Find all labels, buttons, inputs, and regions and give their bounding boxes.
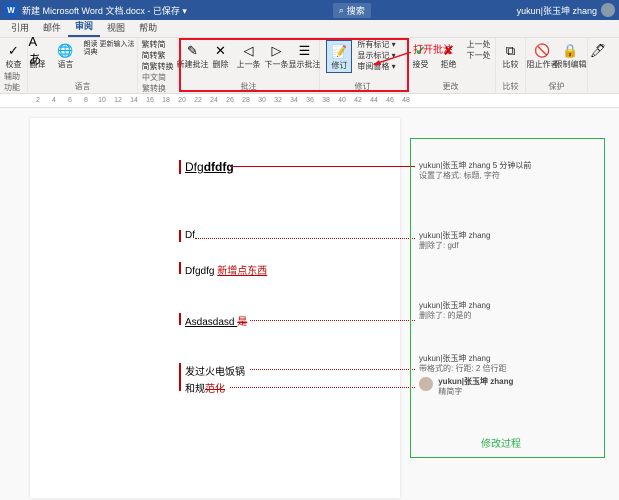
comment-item[interactable]: yukun|张玉坤 zhang 带格式的: 行距: 2 倍行距 (419, 354, 507, 375)
prev-change-button[interactable]: 上一处 (464, 40, 494, 50)
ribbon-tabs: 引用 邮件 审阅 视图 帮助 (0, 20, 619, 38)
connector-line (195, 238, 415, 239)
translate-icon: Aあ (29, 42, 47, 60)
simp-to-trad-button[interactable]: 简转繁 (139, 51, 177, 61)
ink-button[interactable]: 🖊 (585, 40, 611, 62)
prev-comment-button[interactable]: ◁上一条 (236, 40, 262, 71)
trad-to-simp-button[interactable]: 繁转简 (139, 40, 177, 50)
change-bar (179, 230, 181, 242)
read-aloud-button[interactable]: 朗读 更新输入法词典 (81, 40, 141, 57)
group-label: 更改 (443, 81, 459, 93)
new-comment-button[interactable]: ✎新建批注 (180, 40, 206, 71)
ribbon-group-language: Aあ翻译 🌐语言 朗读 更新输入法词典 语言 (28, 38, 138, 93)
window-title: 新建 Microsoft Word 文档.docx - 已保存 ▾ (22, 4, 187, 17)
block-authors-button[interactable]: 🚫阻止作者 (530, 40, 556, 71)
connector-line (250, 369, 415, 370)
group-label: 语言 (75, 81, 91, 93)
show-markup-dropdown[interactable]: 显示标记 ▾ (354, 51, 398, 61)
search-box[interactable]: ⌕ 搜索 (333, 3, 371, 18)
comment-avatar-icon (419, 377, 433, 391)
connector-line (230, 166, 415, 167)
document-area[interactable]: Dfgdfdfg Df Dfgdfg 新增点东西 Asdasdasd 是 发过火… (0, 108, 619, 500)
user-avatar (601, 3, 615, 17)
group-label: 辅助功能 (4, 71, 23, 94)
tab-view[interactable]: 视图 (100, 18, 132, 37)
change-bar (179, 363, 181, 391)
tab-help[interactable]: 帮助 (132, 18, 164, 37)
check-icon: ✓ (5, 42, 23, 60)
para-line3[interactable]: Dfgdfg 新增点东西 (185, 262, 267, 277)
change-bar (179, 262, 181, 274)
ribbon-group-protect: 🚫阻止作者 🔒限制编辑 保护 (526, 38, 588, 93)
globe-icon: 🌐 (57, 42, 75, 60)
ribbon-group-ink: 🖊 (588, 38, 608, 93)
annotation-green-label: 修改过程 (481, 435, 521, 450)
connector-line (230, 387, 415, 388)
track-icon: 📝 (330, 43, 348, 61)
next-change-button[interactable]: 下一处 (464, 51, 494, 61)
display-markup-dropdown[interactable]: 所有标记 ▾ (354, 40, 398, 50)
language-button[interactable]: 🌐语言 (53, 40, 79, 71)
change-bar (179, 313, 181, 325)
connector-line (250, 320, 415, 321)
comment-delete-icon: ✕ (212, 42, 230, 60)
reviewing-pane-dropdown[interactable]: 审阅窗格 ▾ (354, 62, 398, 72)
next-icon: ▷ (268, 42, 286, 60)
group-label: 批注 (241, 81, 257, 93)
group-label: 修订 (355, 81, 371, 93)
show-comments-button[interactable]: ☰显示批注 (292, 40, 318, 71)
restrict-edit-button[interactable]: 🔒限制编辑 (558, 40, 584, 71)
ribbon-group-comments: ✎新建批注 ✕删除 ◁上一条 ▷下一条 ☰显示批注 批注 (178, 38, 320, 93)
comments-panel: yukun|张玉坤 zhang 5 分钟以前 设置了格式: 标题, 字符 yuk… (410, 138, 605, 458)
para-line5[interactable]: 发过火电饭锅 (185, 363, 245, 378)
track-changes-button[interactable]: 📝修订 (326, 40, 352, 73)
compare-icon: ⧉ (502, 42, 520, 60)
ribbon-group-chinese: 繁转简 简转繁 简繁转换 中文简繁转换 (138, 38, 178, 93)
ribbon-group-tracking: 📝修订 所有标记 ▾ 显示标记 ▾ 审阅窗格 ▾ 修订 (320, 38, 406, 93)
search-container: ⌕ 搜索 (187, 3, 517, 18)
word-app-icon[interactable]: W (4, 3, 18, 17)
comment-item[interactable]: yukun|张玉坤 zhang 删除了: 的是的 (419, 301, 490, 322)
comment-item[interactable]: yukun|张玉坤 zhang 删除了: gdf (419, 231, 490, 252)
ribbon: ✓校查 辅助功能 Aあ翻译 🌐语言 朗读 更新输入法词典 语言 繁转简 简转繁 … (0, 38, 619, 94)
user-name: yukun|张玉坤 zhang (517, 4, 597, 17)
comment-item[interactable]: yukun|张玉坤 zhang 5 分钟以前 设置了格式: 标题, 字符 (419, 161, 531, 182)
annotation-red-label: 打开批注 (413, 41, 453, 56)
next-comment-button[interactable]: ▷下一条 (264, 40, 290, 71)
spellcheck-button[interactable]: ✓校查 (1, 40, 27, 71)
convert-button[interactable]: 简繁转换 (139, 62, 177, 72)
change-bar (179, 160, 181, 174)
comment-new-icon: ✎ (184, 42, 202, 60)
para-line2[interactable]: Df (185, 230, 195, 241)
lock-icon: 🔒 (562, 42, 580, 60)
compare-button[interactable]: ⧉比较 (498, 40, 524, 71)
block-icon: 🚫 (534, 42, 552, 60)
comment-item[interactable]: yukun|张玉坤 zhang 精简字 (419, 377, 513, 398)
user-area[interactable]: yukun|张玉坤 zhang (517, 3, 615, 17)
search-icon: ⌕ (339, 5, 344, 16)
tab-review[interactable]: 审阅 (68, 16, 100, 37)
translate-button[interactable]: Aあ翻译 (25, 40, 51, 71)
search-placeholder: 搜索 (347, 4, 365, 17)
group-label: 中文简繁转换 (142, 72, 173, 95)
ink-icon: 🖊 (589, 42, 607, 60)
show-comments-icon: ☰ (296, 42, 314, 60)
para-heading[interactable]: Dfgdfdfg (185, 160, 234, 174)
para-line4[interactable]: Asdasdasd 是 (185, 313, 247, 328)
page[interactable]: Dfgdfdfg Df Dfgdfg 新增点东西 Asdasdasd 是 发过火… (30, 118, 400, 498)
delete-comment-button[interactable]: ✕删除 (208, 40, 234, 71)
ribbon-group-compare: ⧉比较 比较 (496, 38, 526, 93)
prev-icon: ◁ (240, 42, 258, 60)
group-label: 比较 (503, 81, 519, 93)
horizontal-ruler[interactable]: 2468101214161820222426283032343638404244… (0, 94, 619, 108)
para-line6[interactable]: 和规范化 (185, 380, 225, 395)
group-label: 保护 (549, 81, 565, 93)
